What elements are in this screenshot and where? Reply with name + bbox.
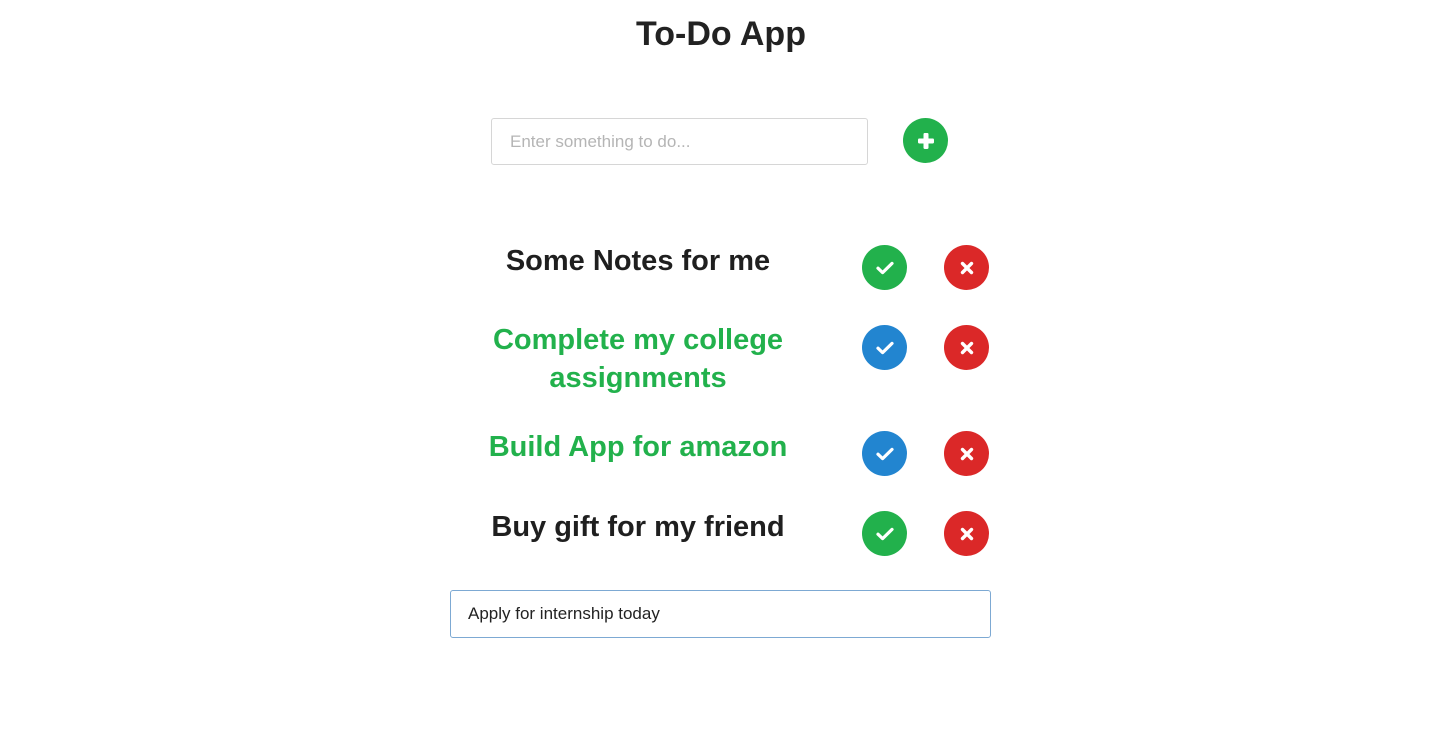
times-icon <box>960 341 974 355</box>
delete-button[interactable] <box>944 511 989 556</box>
mark-done-button[interactable] <box>862 431 907 476</box>
mark-done-button[interactable] <box>862 511 907 556</box>
delete-button[interactable] <box>944 245 989 290</box>
edit-todo-input[interactable] <box>450 590 991 638</box>
mark-done-button[interactable] <box>862 325 907 370</box>
check-icon <box>875 341 894 355</box>
todo-text[interactable]: Build App for amazon <box>468 428 808 466</box>
times-icon <box>960 527 974 541</box>
check-icon <box>875 527 894 541</box>
todo-app: To-Do App Some Notes for me Complete my … <box>0 0 1456 731</box>
todo-text[interactable]: Some Notes for me <box>468 242 808 280</box>
todo-text[interactable]: Complete my college assignments <box>468 321 808 397</box>
todo-text[interactable]: Buy gift for my friend <box>468 508 808 546</box>
page-title: To-Do App <box>636 15 806 53</box>
delete-button[interactable] <box>944 325 989 370</box>
times-icon <box>960 261 974 275</box>
times-icon <box>960 447 974 461</box>
plus-icon <box>916 131 936 151</box>
check-icon <box>875 261 894 275</box>
add-todo-button[interactable] <box>903 118 948 163</box>
new-todo-input[interactable] <box>491 118 868 165</box>
check-icon <box>875 447 894 461</box>
delete-button[interactable] <box>944 431 989 476</box>
mark-done-button[interactable] <box>862 245 907 290</box>
